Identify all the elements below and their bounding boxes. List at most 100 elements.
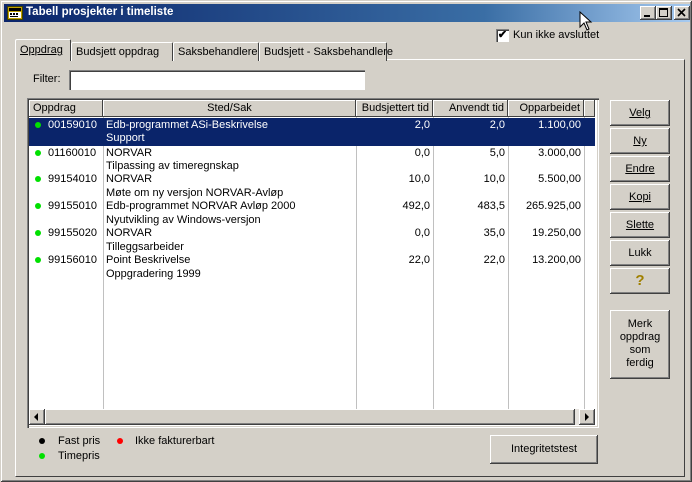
tab-label: Budsjett oppdrag [76,46,160,58]
tab-oppdrag[interactable]: Oppdrag [15,39,71,61]
tab-label: Oppdrag [20,44,63,56]
row-sted: NORVAR [106,173,153,185]
row-anvendt: 2,0 [489,119,505,131]
slette-button[interactable]: Slette [610,212,670,238]
column-header-budsjettert-tid[interactable]: Budsjettert tid [356,100,433,117]
maximize-button[interactable] [656,6,672,20]
row-sted: NORVAR [106,227,153,239]
grid-line [584,117,585,409]
row-opparbeidet: 3.000,00 [538,147,581,159]
checkbox-box[interactable]: ✔ [496,29,509,42]
ikke-fakturerbart-dot [117,438,123,444]
merk-ferdig-button[interactable]: Merk oppdrag som ferdig [610,310,670,379]
row-sted: Edb-programmet ASi-Beskrivelse [106,119,269,131]
row-anvendt: 35,0 [483,227,505,239]
button-label: Kopi [628,191,652,203]
price-type-dot [35,203,41,209]
integritetstest-button[interactable]: Integritetstest [490,435,598,464]
horizontal-scrollbar[interactable] [29,409,595,425]
row-budsjett: 2,0 [414,119,430,131]
tab-budsjett-saksbehandlere[interactable]: Budsjett - Saksbehandlere [259,42,393,61]
button-label-line: Merk [627,318,653,330]
row-budsjett: 0,0 [414,227,430,239]
help-button[interactable]: ? [610,268,670,294]
row-opparbeidet: 5.500,00 [538,173,581,185]
tab-saksbehandlere[interactable]: Saksbehandlere [173,42,259,61]
help-icon: ? [635,272,645,289]
column-header-oppdrag[interactable]: Oppdrag [29,100,103,117]
scroll-left-button[interactable] [29,409,45,425]
minimize-button[interactable] [640,6,656,20]
arrow-right-icon [585,413,589,421]
fast-pris-dot [39,438,45,444]
row-opparbeidet: 1.100,00 [538,119,581,131]
row-budsjett: 0,0 [414,147,430,159]
scroll-right-button[interactable] [579,409,595,425]
filter-label: Filter: [33,73,61,85]
row-sted: NORVAR [106,147,153,159]
app-icon [7,6,23,20]
legend-fast-pris: Fast pris [58,435,101,447]
price-type-dot [35,257,41,263]
row-sak: Møte om ny versjon NORVAR-Avløp [106,187,284,199]
arrow-left-icon [34,413,38,421]
row-id: 99155010 [48,200,97,212]
button-label: Ny [633,135,647,147]
mouse-cursor-icon [579,11,593,31]
tab-budsjett-oppdrag[interactable]: Budsjett oppdrag [71,42,173,61]
row-anvendt: 5,0 [489,147,505,159]
project-table[interactable]: Oppdrag Sted/Sak Budsjettert tid Anvendt… [27,98,599,428]
row-sak: Support [106,132,145,144]
minimize-icon [644,15,650,17]
button-label: Endre [625,163,655,175]
row-anvendt: 483,5 [477,200,505,212]
row-id: 99154010 [48,173,97,185]
row-budsjett: 22,0 [408,254,430,266]
row-id: 00159010 [48,119,97,131]
legend-timepris: Timepris [58,450,100,462]
window-title: Tabell prosjekter i timeliste [26,6,174,18]
tab-label: Saksbehandlere [178,46,258,58]
column-header-extra [584,100,595,117]
row-budsjett: 10,0 [408,173,430,185]
row-budsjett: 492,0 [402,200,430,212]
row-opparbeidet: 265.925,00 [525,200,581,212]
column-header-opparbeidet[interactable]: Opparbeidet [508,100,584,117]
legend-ikke-fakturerbart: Ikke fakturerbart [135,435,215,447]
row-id: 99156010 [48,254,97,266]
row-sak: Nyutvikling av Windows-versjon [106,214,261,226]
main-window: Tabell prosjekter i timeliste ✔ Kun ikke… [0,0,692,482]
column-header-anvendt-tid[interactable]: Anvendt tid [433,100,508,117]
column-header-sted-sak[interactable]: Sted/Sak [103,100,356,117]
price-type-dot [35,150,41,156]
button-label: Velg [629,107,651,119]
timepris-dot [39,453,45,459]
lukk-button[interactable]: Lukk [610,240,670,266]
tab-label: Budsjett - Saksbehandlere [264,46,394,58]
row-sak: Tilleggsarbeider [106,241,184,253]
button-label-line: ferdig [626,357,654,369]
row-anvendt: 22,0 [483,254,505,266]
grid-line [103,117,104,409]
button-label: Slette [625,219,655,231]
row-id: 01160010 [48,147,97,159]
button-label: Lukk [628,247,652,259]
velg-button[interactable]: Velg [610,100,670,126]
row-sak: Tilpassing av timeregnskap [106,160,239,172]
row-sak: Oppgradering 1999 [106,268,201,280]
price-type-dot [35,230,41,236]
row-id: 99155020 [48,227,97,239]
maximize-icon [659,8,668,17]
row-sted: Edb-programmet NORVAR Avløp 2000 [106,200,296,212]
close-icon [677,8,686,17]
scroll-thumb[interactable] [45,409,575,425]
kopi-button[interactable]: Kopi [610,184,670,210]
filter-input[interactable] [69,70,365,90]
button-label-line: oppdrag [619,331,661,343]
button-label: Integritetstest [510,443,578,455]
price-type-dot [35,122,41,128]
close-button[interactable] [674,6,690,20]
price-type-dot [35,176,41,182]
ny-button[interactable]: Ny [610,128,670,154]
endre-button[interactable]: Endre [610,156,670,182]
